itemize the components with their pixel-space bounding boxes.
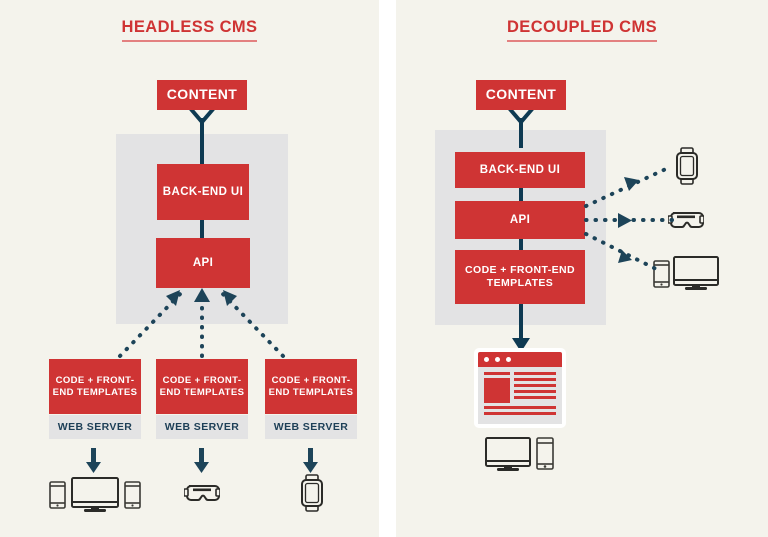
panel-title-decoupled-text: DECOUPLED CMS: [506, 18, 658, 42]
box-api-headless[interactable]: API: [156, 238, 250, 288]
box-backend-ui-decoupled[interactable]: BACK-END UI: [455, 152, 585, 188]
panel-headless-cms: HEADLESS CMS CONTENT BACK-END UI API COD…: [0, 0, 379, 537]
browser-header-row: [484, 372, 556, 375]
phone-icon: [124, 481, 141, 509]
smartwatch-icon: [676, 147, 698, 185]
content-bar: [484, 372, 510, 375]
content-bar: [514, 378, 556, 381]
panel-title-headless: HEADLESS CMS: [0, 18, 379, 42]
content-bar: [514, 390, 556, 393]
box-code-templates-3[interactable]: CODE + FRONT-END TEMPLATES: [265, 359, 357, 414]
box-content-decoupled[interactable]: CONTENT: [476, 80, 566, 110]
browser-content: [478, 367, 562, 424]
connector-code-to-website-d: [519, 302, 523, 342]
box-code-templates-decoupled[interactable]: CODE + FRONT-END TEMPLATES: [455, 250, 585, 304]
tablet-icon: [49, 481, 66, 509]
vr-headset-icon: [184, 485, 220, 501]
browser-dot-icon: [495, 357, 500, 362]
panel-title-decoupled: DECOUPLED CMS: [396, 18, 768, 42]
diagram-canvas: HEADLESS CMS CONTENT BACK-END UI API COD…: [0, 0, 768, 537]
output-device-group: [484, 434, 556, 474]
box-api-decoupled[interactable]: API: [455, 201, 585, 239]
browser-main-row: [484, 378, 556, 403]
arrowhead-tablet: [618, 250, 632, 263]
monitor-phone-icon-group: [485, 437, 554, 471]
content-text-column: [514, 378, 556, 403]
device-group-tablet-monitor-phone: [48, 476, 142, 512]
phone-icon: [536, 437, 554, 470]
monitor-icon: [673, 256, 719, 290]
box-content-headless[interactable]: CONTENT: [157, 80, 247, 110]
panel-decoupled-cms: DECOUPLED CMS CONTENT BACK-END UI API CO…: [396, 0, 768, 537]
content-bar: [484, 412, 556, 415]
tablet-icon: [653, 260, 670, 288]
box-code-templates-1[interactable]: CODE + FRONT-END TEMPLATES: [49, 359, 141, 414]
content-bar: [514, 396, 556, 399]
tablet-monitor-icon-group: [653, 256, 719, 290]
consumer-device-watch: [675, 147, 699, 185]
content-bar: [514, 372, 556, 375]
content-image-block: [484, 378, 510, 403]
content-bar: [484, 406, 556, 409]
monitor-icon: [485, 437, 531, 471]
box-web-server-1[interactable]: WEB SERVER: [49, 415, 141, 439]
consumer-device-tablet-monitor: [652, 255, 720, 291]
website-preview[interactable]: [474, 348, 566, 428]
content-bar: [514, 384, 556, 387]
smartwatch-icon: [301, 474, 323, 512]
arrowhead-vr: [618, 213, 632, 228]
box-web-server-3[interactable]: WEB SERVER: [265, 415, 357, 439]
vr-headset-icon: [668, 212, 704, 228]
arrowhead-watch: [624, 177, 639, 191]
box-backend-ui-headless[interactable]: BACK-END UI: [157, 164, 249, 220]
box-web-server-2[interactable]: WEB SERVER: [156, 415, 248, 439]
device-group-watch: [300, 474, 324, 512]
monitor-icon: [71, 477, 119, 512]
box-code-templates-2[interactable]: CODE + FRONT-END TEMPLATES: [156, 359, 248, 414]
browser-dot-icon: [506, 357, 511, 362]
connector-content-to-backend-d: [519, 118, 523, 148]
browser-dot-icon: [484, 357, 489, 362]
browser-titlebar: [478, 352, 562, 367]
devices-icon-group-1: [49, 477, 141, 512]
consumer-device-vr: [668, 207, 704, 233]
device-group-vr: [184, 480, 220, 506]
panel-title-headless-text: HEADLESS CMS: [121, 18, 258, 42]
